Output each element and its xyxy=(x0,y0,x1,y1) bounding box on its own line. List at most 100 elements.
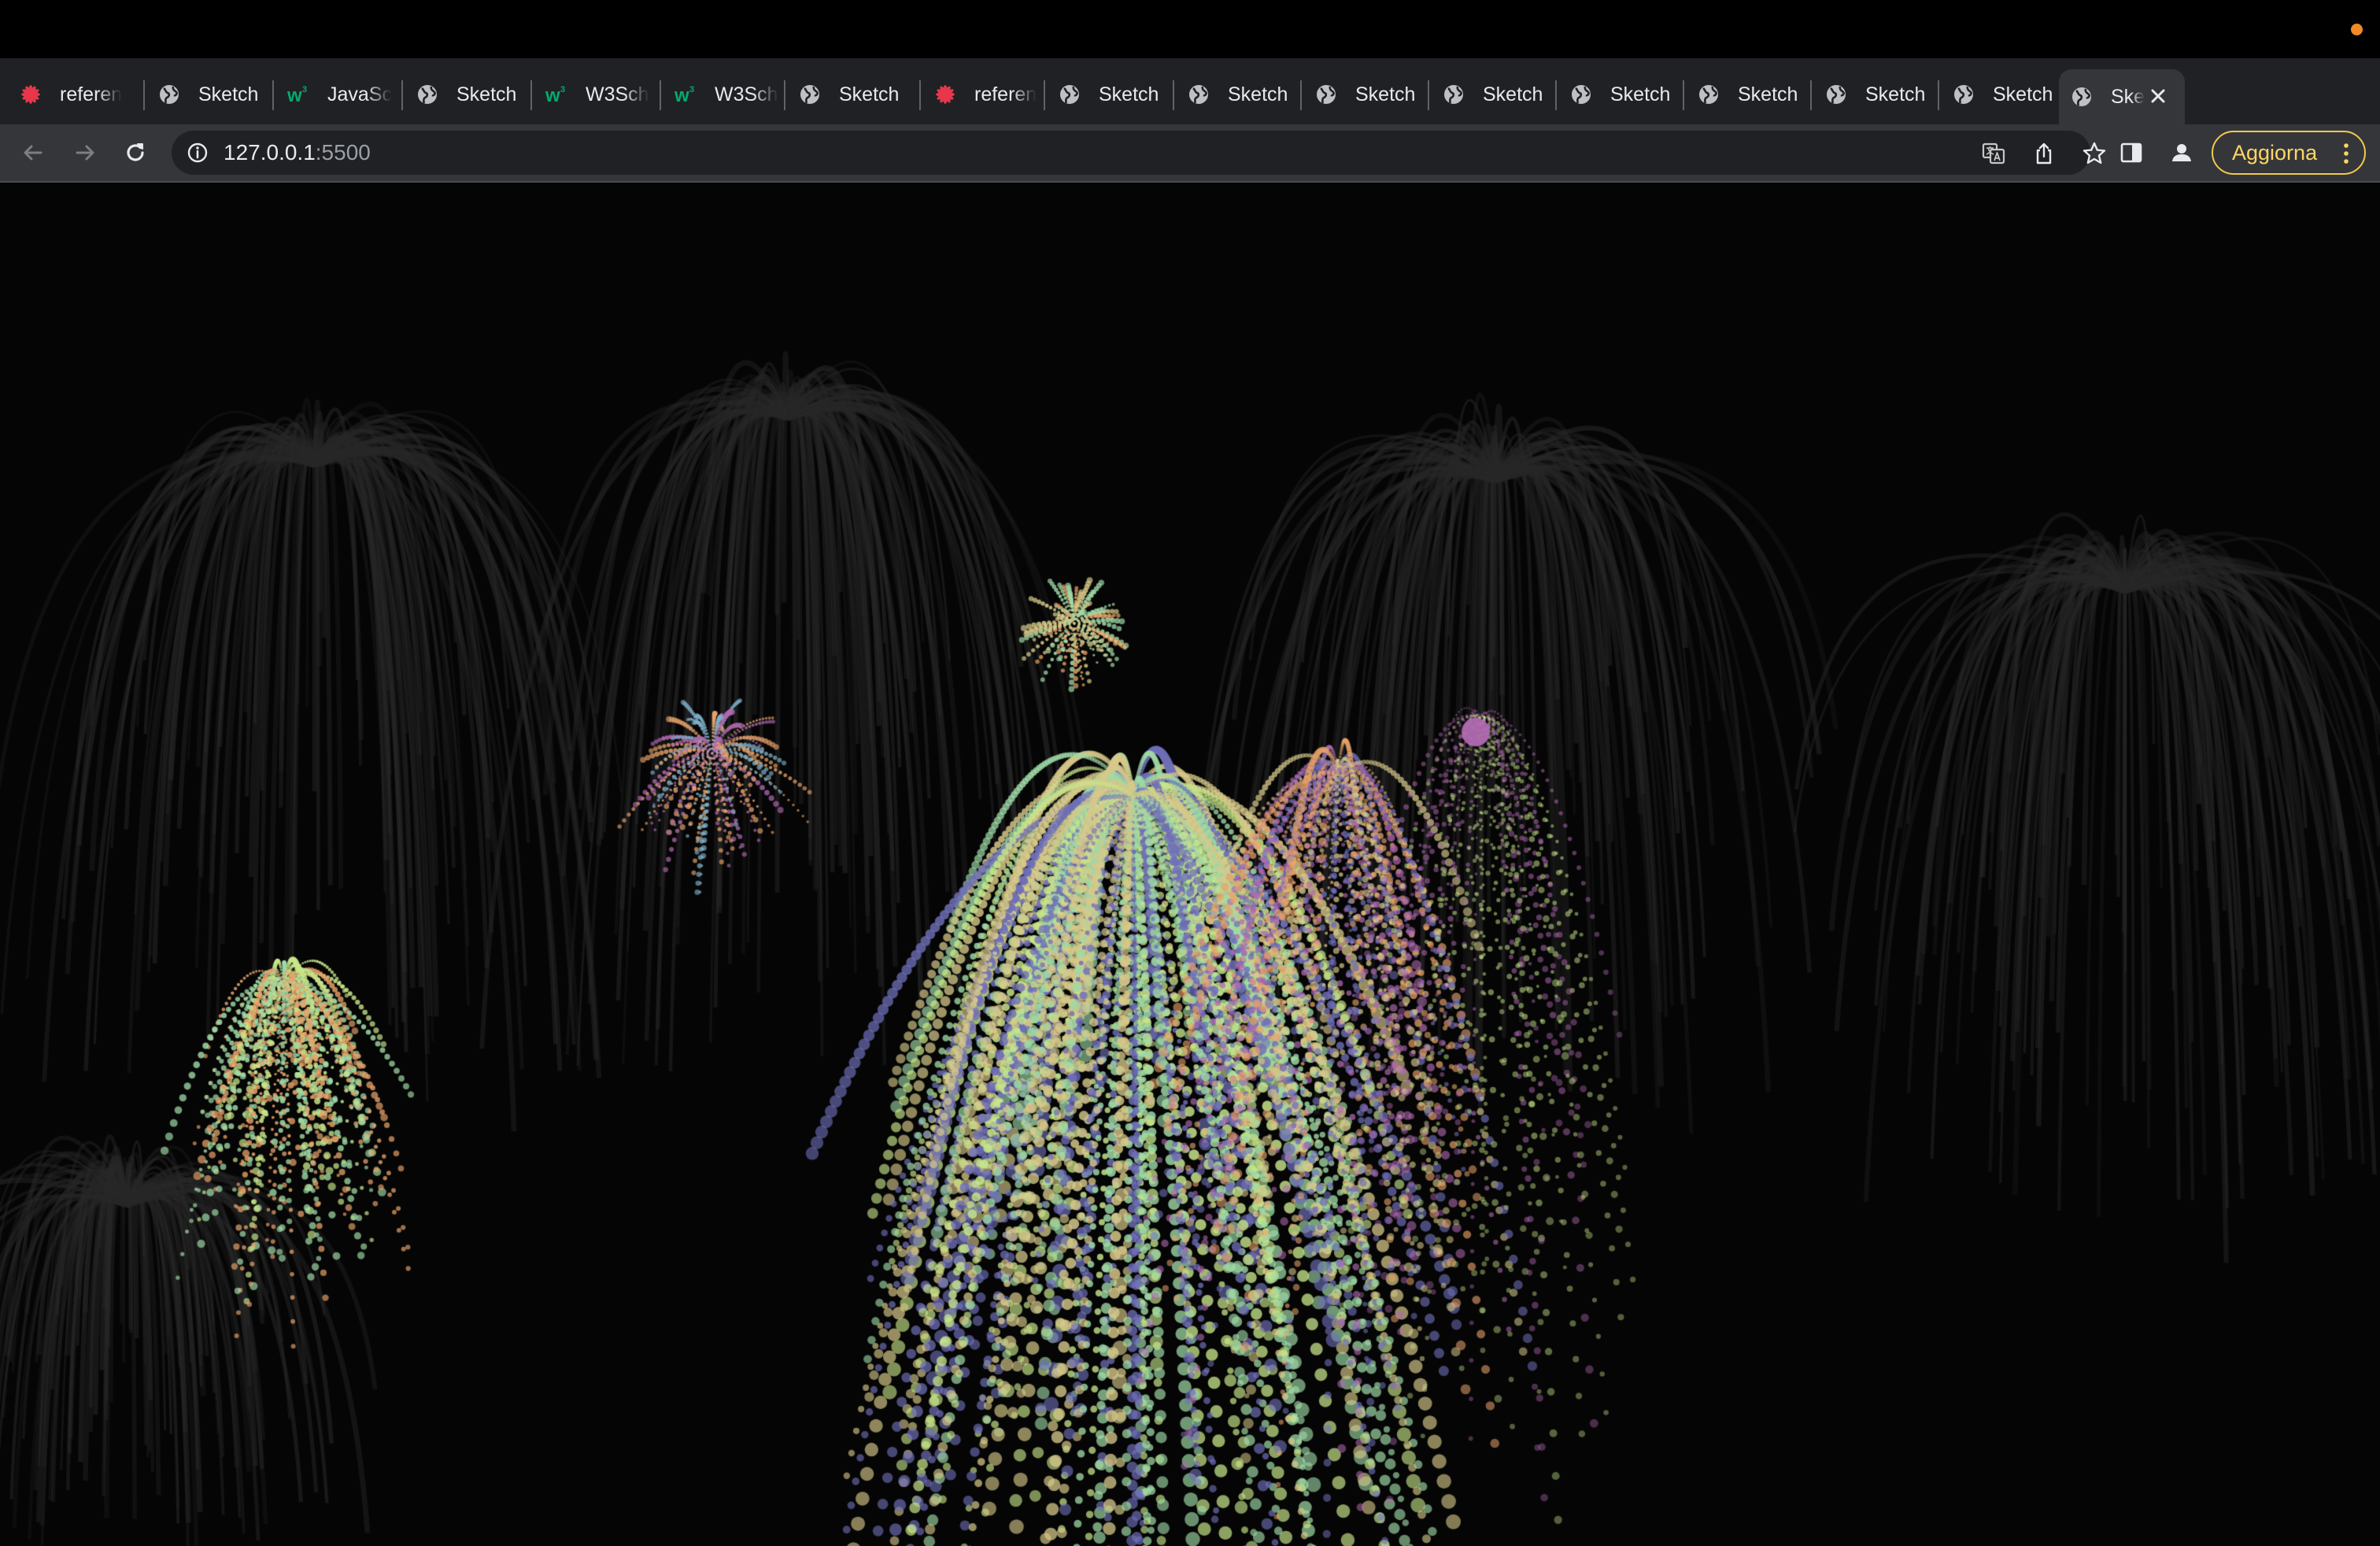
tab-label: Sketch xyxy=(1610,83,1671,105)
browser-tab[interactable]: w 3 W3Sch xyxy=(663,71,785,118)
info-icon xyxy=(187,142,208,163)
browser-window: referen Sketch w 3 JavaSc Sketch w 3 W3Sch w 3 W3Sc… xyxy=(0,0,2380,1546)
browser-tab[interactable]: Sketch xyxy=(1431,71,1558,118)
globe-icon xyxy=(800,85,819,104)
browser-tab[interactable]: w 3 W3Sch xyxy=(534,71,661,118)
tab-separator xyxy=(1428,80,1429,110)
tab-favicon: w3 xyxy=(674,83,697,106)
kebab-menu-icon[interactable] xyxy=(2336,140,2356,167)
url-host: 127.0.0.1 xyxy=(224,140,316,165)
tab-separator xyxy=(1683,80,1684,110)
tab-favicon xyxy=(1058,83,1081,106)
translate-icon xyxy=(1982,142,2005,165)
close-tab-button[interactable] xyxy=(2145,83,2171,109)
tab-favicon xyxy=(19,83,42,106)
browser-tab[interactable]: Sketch xyxy=(787,71,919,118)
browser-tab[interactable]: w 3 JavaSc xyxy=(275,71,403,118)
star-icon xyxy=(2082,142,2106,164)
globe-icon xyxy=(1954,85,1973,104)
globe-icon xyxy=(2072,87,2091,106)
bookmark-button[interactable] xyxy=(2081,140,2108,167)
globe-icon xyxy=(1317,85,1336,104)
window-title-bar xyxy=(0,0,2380,58)
svg-text:3: 3 xyxy=(689,85,694,94)
notification-dot-icon xyxy=(2351,24,2363,35)
tab-label: Sketch xyxy=(839,83,900,105)
browser-tab[interactable]: Sketch xyxy=(1941,71,2059,118)
svg-text:3: 3 xyxy=(560,85,565,94)
tab-label: referen xyxy=(974,83,1037,105)
asterisk-icon xyxy=(21,85,40,104)
url-text[interactable]: 127.0.0.1:5500 xyxy=(224,131,371,175)
tab-label: Sketch xyxy=(1355,83,1416,105)
tab-separator xyxy=(1555,80,1557,110)
tab-favicon xyxy=(1314,83,1338,106)
globe-icon xyxy=(1699,85,1718,104)
tab-favicon xyxy=(1569,83,1593,106)
w3schools-icon: w3 xyxy=(674,85,694,106)
browser-tab[interactable]: referen xyxy=(8,71,139,118)
browser-tab[interactable]: Sketch xyxy=(405,71,532,118)
tab-label: Sketch xyxy=(198,83,259,105)
share-icon xyxy=(2036,142,2052,165)
arrow-right-icon xyxy=(76,145,94,161)
address-bar[interactable]: 127.0.0.1:5500 xyxy=(172,131,2106,175)
globe-icon xyxy=(160,85,179,104)
tab-separator xyxy=(1173,80,1174,110)
browser-tab[interactable]: Sketch xyxy=(1558,71,1686,118)
svg-text:w: w xyxy=(545,85,560,106)
w3schools-icon: w3 xyxy=(286,85,307,106)
browser-tab[interactable]: Sketch xyxy=(1047,71,1174,118)
update-button-label: Aggiorna xyxy=(2232,140,2318,165)
browser-tab[interactable]: Sketch xyxy=(1176,71,1303,118)
tab-label: Sketch xyxy=(1738,83,1798,105)
browser-tab[interactable]: Sketch xyxy=(146,71,274,118)
tab-label: W3Sch xyxy=(586,83,649,105)
reload-button[interactable] xyxy=(118,135,153,170)
globe-icon xyxy=(418,85,437,104)
tab-separator xyxy=(1044,80,1045,110)
browser-tab[interactable]: Sketch xyxy=(1303,71,1431,118)
close-icon xyxy=(2151,89,2165,103)
globe-icon xyxy=(1444,85,1463,104)
tab-favicon xyxy=(1824,83,1848,106)
browser-tab[interactable]: referen xyxy=(922,71,1045,118)
back-button[interactable] xyxy=(16,135,50,170)
tab-separator xyxy=(1938,80,1939,110)
browser-toolbar: 127.0.0.1:5500 Aggiorna xyxy=(0,124,2380,181)
profile-button[interactable] xyxy=(2164,135,2199,170)
tab-favicon xyxy=(416,83,439,106)
browser-tab[interactable]: Sketch xyxy=(1813,71,1941,118)
browser-tab[interactable]: Sketch xyxy=(1686,71,1813,118)
globe-icon xyxy=(1572,85,1591,104)
browser-tab[interactable]: Ske xyxy=(2059,69,2185,124)
tab-label: Sketch xyxy=(1228,83,1288,105)
globe-icon xyxy=(1060,85,1079,104)
share-button[interactable] xyxy=(2031,140,2057,167)
w3schools-icon: w3 xyxy=(545,85,565,106)
side-panel-button[interactable] xyxy=(2114,135,2149,170)
side-panel-icon xyxy=(2120,142,2142,163)
url-port: :5500 xyxy=(315,140,371,165)
tab-favicon xyxy=(1442,83,1465,106)
globe-icon xyxy=(1189,85,1208,104)
reload-icon xyxy=(127,143,144,161)
tab-favicon xyxy=(933,83,957,106)
fireworks-canvas[interactable] xyxy=(0,183,2380,1546)
globe-icon xyxy=(1827,85,1846,104)
translate-button[interactable] xyxy=(1980,140,2007,167)
update-button[interactable]: Aggiorna xyxy=(2212,131,2366,175)
tab-favicon xyxy=(1952,83,1975,106)
tab-separator xyxy=(272,80,274,110)
tab-separator xyxy=(784,80,785,110)
tab-label: W3Sch xyxy=(715,83,778,105)
tab-separator xyxy=(1300,80,1302,110)
tab-label: Sketch xyxy=(1865,83,1926,105)
tab-separator xyxy=(919,80,921,110)
site-info-button[interactable] xyxy=(186,141,209,165)
tab-separator xyxy=(660,80,661,110)
svg-text:w: w xyxy=(286,85,302,106)
forward-button[interactable] xyxy=(68,135,102,170)
tab-favicon xyxy=(798,83,822,106)
tab-favicon xyxy=(1697,83,1720,106)
